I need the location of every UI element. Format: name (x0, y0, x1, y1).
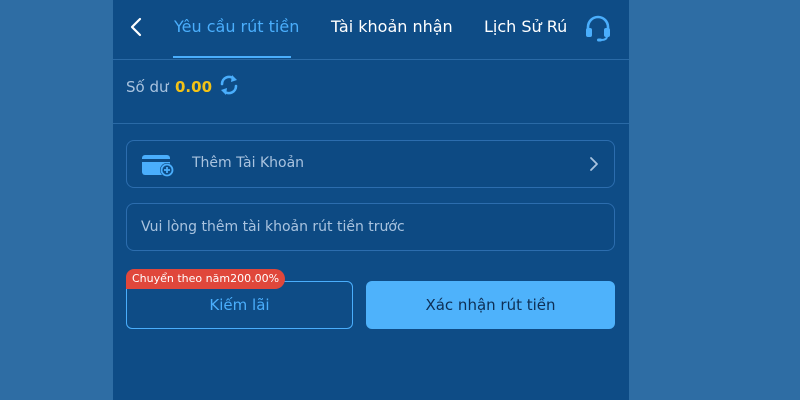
wallet-add-icon (142, 155, 174, 177)
tab-history[interactable]: Lịch Sử Rú (484, 17, 567, 36)
interest-badge: Chuyển theo năm200.00% (126, 269, 286, 289)
support-button[interactable] (582, 12, 614, 44)
chevron-right-icon (590, 157, 598, 171)
balance-label: Số dư (126, 78, 169, 96)
tab-receiving-account[interactable]: Tài khoản nhận (331, 17, 453, 36)
withdraw-panel: Yêu cầu rút tiền Tài khoản nhận Lịch Sử … (113, 0, 629, 400)
refresh-icon (220, 75, 238, 95)
tab-withdraw-request[interactable]: Yêu cầu rút tiền (174, 17, 299, 36)
account-notice-text: Vui lòng thêm tài khoản rút tiền trước (141, 219, 405, 235)
headset-icon (586, 15, 610, 42)
back-button[interactable] (125, 14, 147, 40)
account-notice-field: Vui lòng thêm tài khoản rút tiền trước (126, 203, 615, 251)
active-tab-indicator (173, 56, 291, 58)
add-account-label: Thêm Tài Khoản (192, 155, 305, 171)
refresh-button[interactable] (217, 73, 241, 97)
add-account-button[interactable]: Thêm Tài Khoản (126, 140, 615, 188)
balance-value: 0.00 (175, 78, 213, 96)
chevron-left-icon (130, 17, 142, 37)
confirm-withdraw-button[interactable]: Xác nhận rút tiền (366, 281, 615, 329)
balance-row: Số dư 0.00 (113, 60, 629, 124)
header: Yêu cầu rút tiền Tài khoản nhận Lịch Sử … (113, 0, 629, 60)
